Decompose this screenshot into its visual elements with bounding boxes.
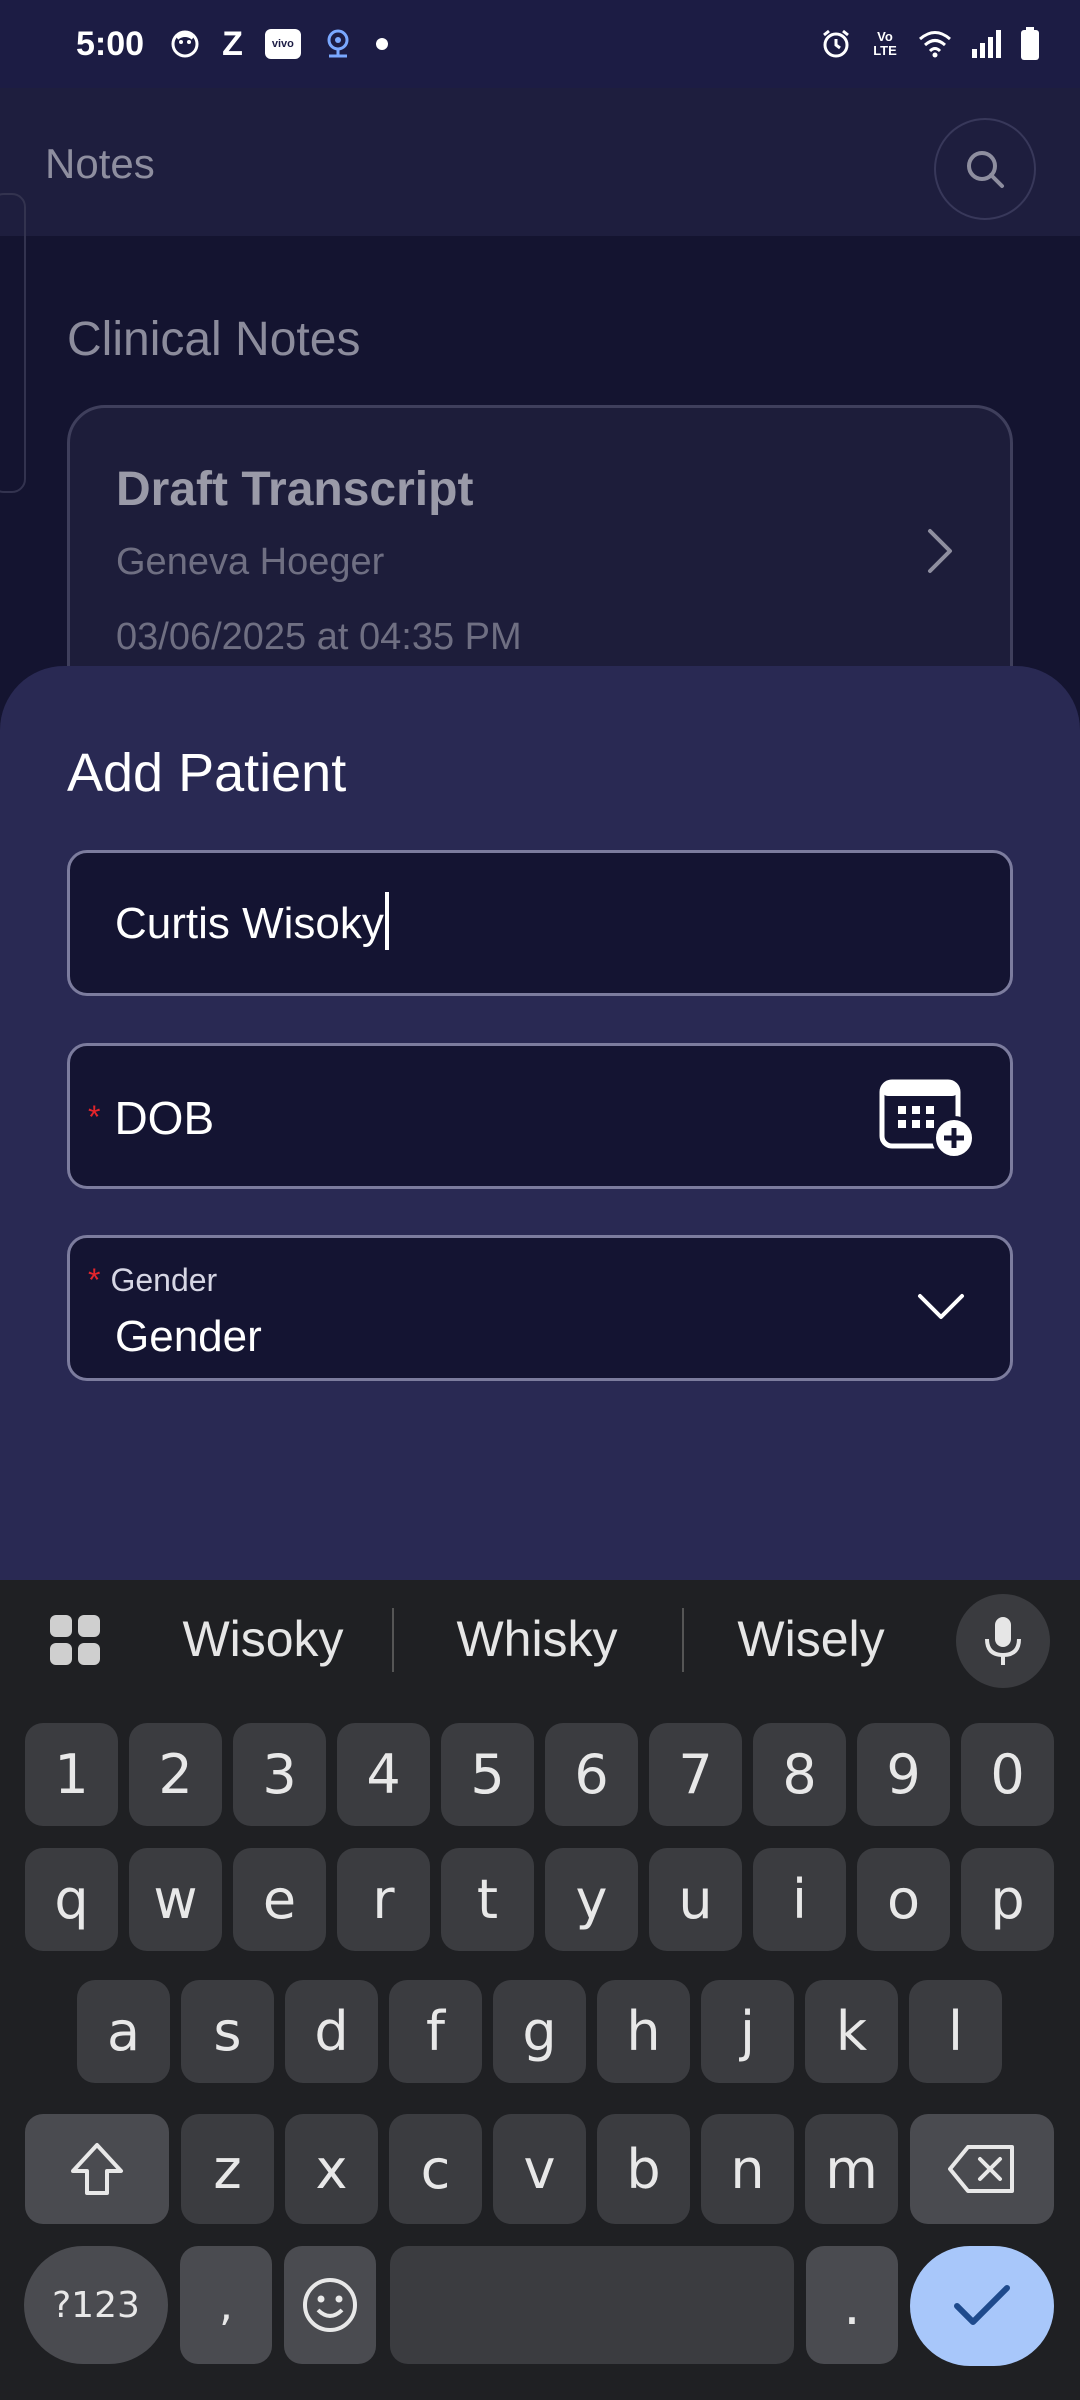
key-j[interactable]: j (701, 1980, 794, 2083)
note-datetime: 03/06/2025 at 04:35 PM (116, 616, 522, 658)
key-e[interactable]: e (233, 1848, 326, 1951)
signal-icon (970, 29, 1002, 59)
sheet-title: Add Patient (67, 743, 347, 803)
section-title: Clinical Notes (67, 313, 361, 366)
suggestion-2[interactable]: Whisky (424, 1610, 650, 1668)
key-o[interactable]: o (857, 1848, 950, 1951)
volte-icon: Vo LTE (873, 29, 897, 58)
dob-required-mark: * (88, 1099, 101, 1135)
key-i[interactable]: i (753, 1848, 846, 1951)
key-s[interactable]: s (181, 1980, 274, 2083)
text-cursor (384, 892, 389, 951)
key-2[interactable]: 2 (129, 1723, 222, 1826)
suggestion-1[interactable]: Wisoky (150, 1610, 376, 1668)
key-shift[interactable] (25, 2114, 169, 2224)
dob-label-text: DOB (114, 1092, 215, 1144)
suggestion-bar: Wisoky Whisky Wisely (0, 1580, 1080, 1700)
patient-name-value: Curtis Wisoky (115, 892, 389, 951)
key-0[interactable]: 0 (961, 1723, 1054, 1826)
key-c[interactable]: c (389, 2114, 482, 2224)
key-a[interactable]: a (77, 1980, 170, 2083)
key-comma[interactable]: , (180, 2246, 272, 2364)
z-icon: Z (222, 24, 243, 63)
app-bar: Notes (0, 88, 1080, 236)
gender-required-mark: * (88, 1262, 101, 1298)
patient-name-field[interactable]: Curtis Wisoky (67, 850, 1013, 996)
key-b[interactable]: b (597, 2114, 690, 2224)
screen: 5:00 Z vivo Vo LTE Notes Clinical Notes … (0, 0, 1080, 2400)
note-title: Draft Transcript (116, 463, 474, 516)
battery-icon (1020, 27, 1040, 61)
vivo-label: vivo (271, 38, 294, 50)
patient-name-text: Curtis Wisoky (115, 899, 384, 948)
key-8[interactable]: 8 (753, 1723, 846, 1826)
key-6[interactable]: 6 (545, 1723, 638, 1826)
key-u[interactable]: u (649, 1848, 742, 1951)
gender-value: Gender (115, 1312, 262, 1361)
key-y[interactable]: y (545, 1848, 638, 1951)
chevron-right-icon (928, 529, 952, 573)
key-f[interactable]: f (389, 1980, 482, 2083)
key-g[interactable]: g (493, 1980, 586, 2083)
dob-label: * DOB (88, 1091, 214, 1145)
key-z[interactable]: z (181, 2114, 274, 2224)
edge-panel-handle[interactable] (0, 193, 26, 493)
apps-grid-icon[interactable] (48, 1613, 104, 1669)
suggestion-divider (392, 1608, 394, 1672)
key-done[interactable] (910, 2246, 1054, 2366)
key-h[interactable]: h (597, 1980, 690, 2083)
emoji-icon (303, 2278, 357, 2332)
key-7[interactable]: 7 (649, 1723, 742, 1826)
mic-icon (985, 1617, 1021, 1665)
checkmark-icon (954, 2285, 1010, 2325)
key-period[interactable]: . (806, 2246, 898, 2364)
gender-label: * Gender (88, 1262, 217, 1299)
alarm-icon (820, 28, 852, 60)
calendar-add-icon[interactable] (878, 1076, 978, 1162)
dob-field[interactable]: * DOB (67, 1043, 1013, 1189)
key-x[interactable]: x (285, 2114, 378, 2224)
key-symbols[interactable]: ?123 (24, 2246, 168, 2364)
key-3[interactable]: 3 (233, 1723, 326, 1826)
key-d[interactable]: d (285, 1980, 378, 2083)
key-4[interactable]: 4 (337, 1723, 430, 1826)
key-space[interactable] (390, 2246, 794, 2364)
key-r[interactable]: r (337, 1848, 430, 1951)
cam-icon (323, 28, 353, 60)
key-emoji[interactable] (284, 2246, 376, 2364)
key-l[interactable]: l (909, 1980, 1002, 2083)
status-bar: 5:00 Z vivo Vo LTE (0, 0, 1080, 88)
key-5[interactable]: 5 (441, 1723, 534, 1826)
status-time: 5:00 (76, 24, 145, 63)
key-q[interactable]: q (25, 1848, 118, 1951)
add-patient-sheet: Add Patient Curtis Wisoky * DOB * Gender G… (0, 666, 1080, 1666)
key-p[interactable]: p (961, 1848, 1054, 1951)
suggestion-3[interactable]: Wisely (698, 1610, 924, 1668)
key-m[interactable]: m (805, 2114, 898, 2224)
voice-input-button[interactable] (956, 1594, 1050, 1688)
face-icon (170, 29, 200, 59)
dot-icon (375, 37, 389, 51)
key-t[interactable]: t (441, 1848, 534, 1951)
key-v[interactable]: v (493, 2114, 586, 2224)
key-k[interactable]: k (805, 1980, 898, 2083)
gender-dropdown[interactable]: * Gender Gender (67, 1235, 1013, 1381)
note-patient: Geneva Hoeger (116, 541, 385, 583)
backspace-icon (948, 2145, 1014, 2193)
chevron-down-icon (918, 1294, 964, 1319)
key-9[interactable]: 9 (857, 1723, 950, 1826)
suggestion-divider (682, 1608, 684, 1672)
shift-icon (71, 2143, 123, 2195)
key-n[interactable]: n (701, 2114, 794, 2224)
gender-label-text: Gender (110, 1262, 218, 1298)
search-icon (967, 151, 1004, 188)
app-title: Notes (45, 140, 155, 187)
key-1[interactable]: 1 (25, 1723, 118, 1826)
vivo-icon: vivo (264, 29, 301, 59)
key-w[interactable]: w (129, 1848, 222, 1951)
wifi-icon (918, 30, 952, 58)
search-button[interactable] (934, 118, 1036, 220)
key-backspace[interactable] (910, 2114, 1054, 2224)
